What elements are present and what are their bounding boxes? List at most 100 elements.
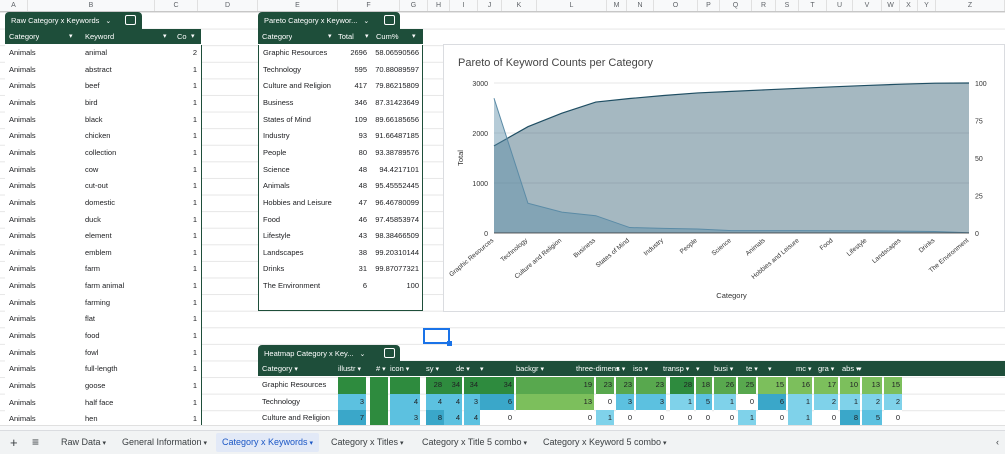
heatmap-cell[interactable]: 13 xyxy=(862,377,882,394)
pareto-cell-category[interactable]: Lifestyle xyxy=(263,228,339,245)
raw-cell-category[interactable]: Animals xyxy=(9,95,79,112)
pareto-cell-total[interactable]: 31 xyxy=(339,261,367,278)
raw-cell-category[interactable]: Animals xyxy=(9,128,79,145)
raw-cell-category[interactable]: Animals xyxy=(9,378,79,395)
raw-cell-keyword[interactable]: food xyxy=(85,328,173,345)
raw-cell-category[interactable]: Animals xyxy=(9,261,79,278)
chevron-down-icon[interactable]: ⌄ xyxy=(105,18,111,25)
pareto-cell-total[interactable]: 109 xyxy=(339,112,367,129)
raw-cell-count[interactable]: 1 xyxy=(175,112,197,129)
heatmap-cell[interactable]: 23 xyxy=(636,377,666,394)
heatmap-cell[interactable]: 34 xyxy=(480,377,514,394)
heatmap-cell[interactable]: 19 xyxy=(516,377,594,394)
raw-cell-category[interactable]: Animals xyxy=(9,162,79,179)
pareto-cell-total[interactable]: 417 xyxy=(339,78,367,95)
raw-cell-keyword[interactable]: cow xyxy=(85,162,173,179)
heatmap-cell[interactable]: 4 xyxy=(426,393,444,411)
raw-cell-count[interactable]: 1 xyxy=(175,245,197,262)
raw-cell-count[interactable]: 1 xyxy=(175,361,197,378)
raw-cell-count[interactable]: 1 xyxy=(175,278,197,295)
heatmap-cell[interactable]: 16 xyxy=(788,377,812,394)
pareto-cell-category[interactable]: Business xyxy=(263,95,339,112)
pareto-cell-category[interactable]: Science xyxy=(263,162,339,179)
raw-cell-count[interactable]: 1 xyxy=(175,295,197,312)
raw-cell-count[interactable]: 1 xyxy=(175,145,197,162)
heatmap-cell[interactable] xyxy=(338,377,366,394)
chevron-down-icon[interactable]: ▾ xyxy=(522,440,527,447)
sheet-tab[interactable]: Category x Titles ▾ xyxy=(325,433,410,452)
pareto-cell-category[interactable]: People xyxy=(263,145,339,162)
raw-table-tab[interactable]: Raw Category x Keywords ⌄ xyxy=(5,12,142,29)
heatmap-cell[interactable]: 28 xyxy=(670,377,694,394)
heatmap-cell[interactable]: 10 xyxy=(840,377,860,394)
all-sheets-menu-icon[interactable]: ≡ xyxy=(26,433,45,452)
table-icon[interactable] xyxy=(125,15,136,25)
pareto-cell-total[interactable]: 595 xyxy=(339,62,367,79)
column-header-d[interactable]: D xyxy=(198,0,258,11)
column-header-m[interactable]: M xyxy=(607,0,627,11)
sheet-tab[interactable]: Raw Data ▾ xyxy=(55,433,112,452)
heatmap-cell[interactable]: 4 xyxy=(390,393,420,411)
raw-cell-category[interactable]: Animals xyxy=(9,345,79,362)
raw-cell-category[interactable]: Animals xyxy=(9,112,79,129)
column-header-n[interactable]: N xyxy=(627,0,654,11)
raw-cell-keyword[interactable]: animal xyxy=(85,45,173,62)
raw-cell-keyword[interactable]: domestic xyxy=(85,195,173,212)
raw-cell-keyword[interactable]: fowl xyxy=(85,345,173,362)
heatmap-cell[interactable]: 34 xyxy=(464,377,480,394)
pareto-cell-cum[interactable]: 70.88089597 xyxy=(369,62,419,79)
heatmap-cell[interactable]: 15 xyxy=(884,377,902,394)
heatmap-header-cell[interactable]: Category ▾ xyxy=(262,361,330,376)
pareto-cell-cum[interactable]: 98.38466509 xyxy=(369,228,419,245)
pareto-cell-total[interactable]: 346 xyxy=(339,95,367,112)
column-header-u[interactable]: U xyxy=(827,0,853,11)
column-header-z[interactable]: Z xyxy=(936,0,1005,11)
heatmap-cell[interactable]: 2 xyxy=(884,393,902,411)
column-header-b[interactable]: B xyxy=(28,0,155,11)
raw-cell-keyword[interactable]: beef xyxy=(85,78,173,95)
sheet-tab[interactable]: General Information ▾ xyxy=(116,433,213,452)
raw-cell-count[interactable]: 1 xyxy=(175,178,197,195)
table-icon[interactable] xyxy=(384,15,395,25)
column-header-e[interactable]: E xyxy=(258,0,338,11)
pareto-cell-total[interactable]: 48 xyxy=(339,178,367,195)
heatmap-cell[interactable]: 3 xyxy=(636,393,666,411)
pareto-cell-cum[interactable]: 99.87077321 xyxy=(369,261,419,278)
raw-cell-keyword[interactable]: flat xyxy=(85,311,173,328)
raw-cell-count[interactable]: 1 xyxy=(175,345,197,362)
heatmap-cell[interactable]: 1 xyxy=(714,393,736,411)
heatmap-header-cell[interactable]: ▾ xyxy=(768,361,796,376)
sheet-tab[interactable]: Category x Keywords ▾ xyxy=(216,433,320,452)
chevron-down-icon[interactable]: ▾ xyxy=(202,440,207,447)
heatmap-cell[interactable]: 2 xyxy=(862,393,882,411)
raw-cell-keyword[interactable]: half face xyxy=(85,395,173,412)
column-header-j[interactable]: J xyxy=(478,0,502,11)
raw-cell-category[interactable]: Animals xyxy=(9,395,79,412)
raw-cell-category[interactable]: Animals xyxy=(9,311,79,328)
column-header-t[interactable]: T xyxy=(799,0,827,11)
heatmap-header-cell[interactable]: gra ▾ xyxy=(818,361,844,376)
raw-cell-keyword[interactable]: full-length xyxy=(85,361,173,378)
pareto-cell-total[interactable]: 48 xyxy=(339,162,367,179)
pareto-cell-category[interactable]: Hobbies and Leisure xyxy=(263,195,339,212)
selected-cell[interactable] xyxy=(423,328,452,346)
raw-cell-count[interactable]: 1 xyxy=(175,328,197,345)
heatmap-cell[interactable]: 6 xyxy=(480,393,514,411)
pareto-cell-category[interactable]: States of Mind xyxy=(263,112,339,129)
heatmap-cell[interactable]: 23 xyxy=(596,377,614,394)
pareto-cell-cum[interactable]: 87.31423649 xyxy=(369,95,419,112)
chevron-down-icon[interactable]: ▾ xyxy=(308,440,313,447)
column-header-v[interactable]: V xyxy=(853,0,882,11)
column-header-g[interactable]: G xyxy=(400,0,428,11)
raw-cell-keyword[interactable]: farming xyxy=(85,295,173,312)
raw-cell-category[interactable]: Animals xyxy=(9,45,79,62)
heatmap-cell[interactable]: 17 xyxy=(814,377,838,394)
raw-cell-keyword[interactable]: duck xyxy=(85,212,173,229)
pareto-cell-cum[interactable]: 100 xyxy=(369,278,419,295)
pareto-chart[interactable]: Pareto of Keyword Counts per Category 01… xyxy=(443,44,1005,312)
column-header-s[interactable]: S xyxy=(776,0,799,11)
heatmap-cell[interactable]: 2 xyxy=(814,393,838,411)
heatmap-cell[interactable]: 34 xyxy=(444,377,462,394)
pareto-header-total[interactable]: Total ▾ xyxy=(338,29,374,44)
table-icon[interactable] xyxy=(384,348,395,358)
